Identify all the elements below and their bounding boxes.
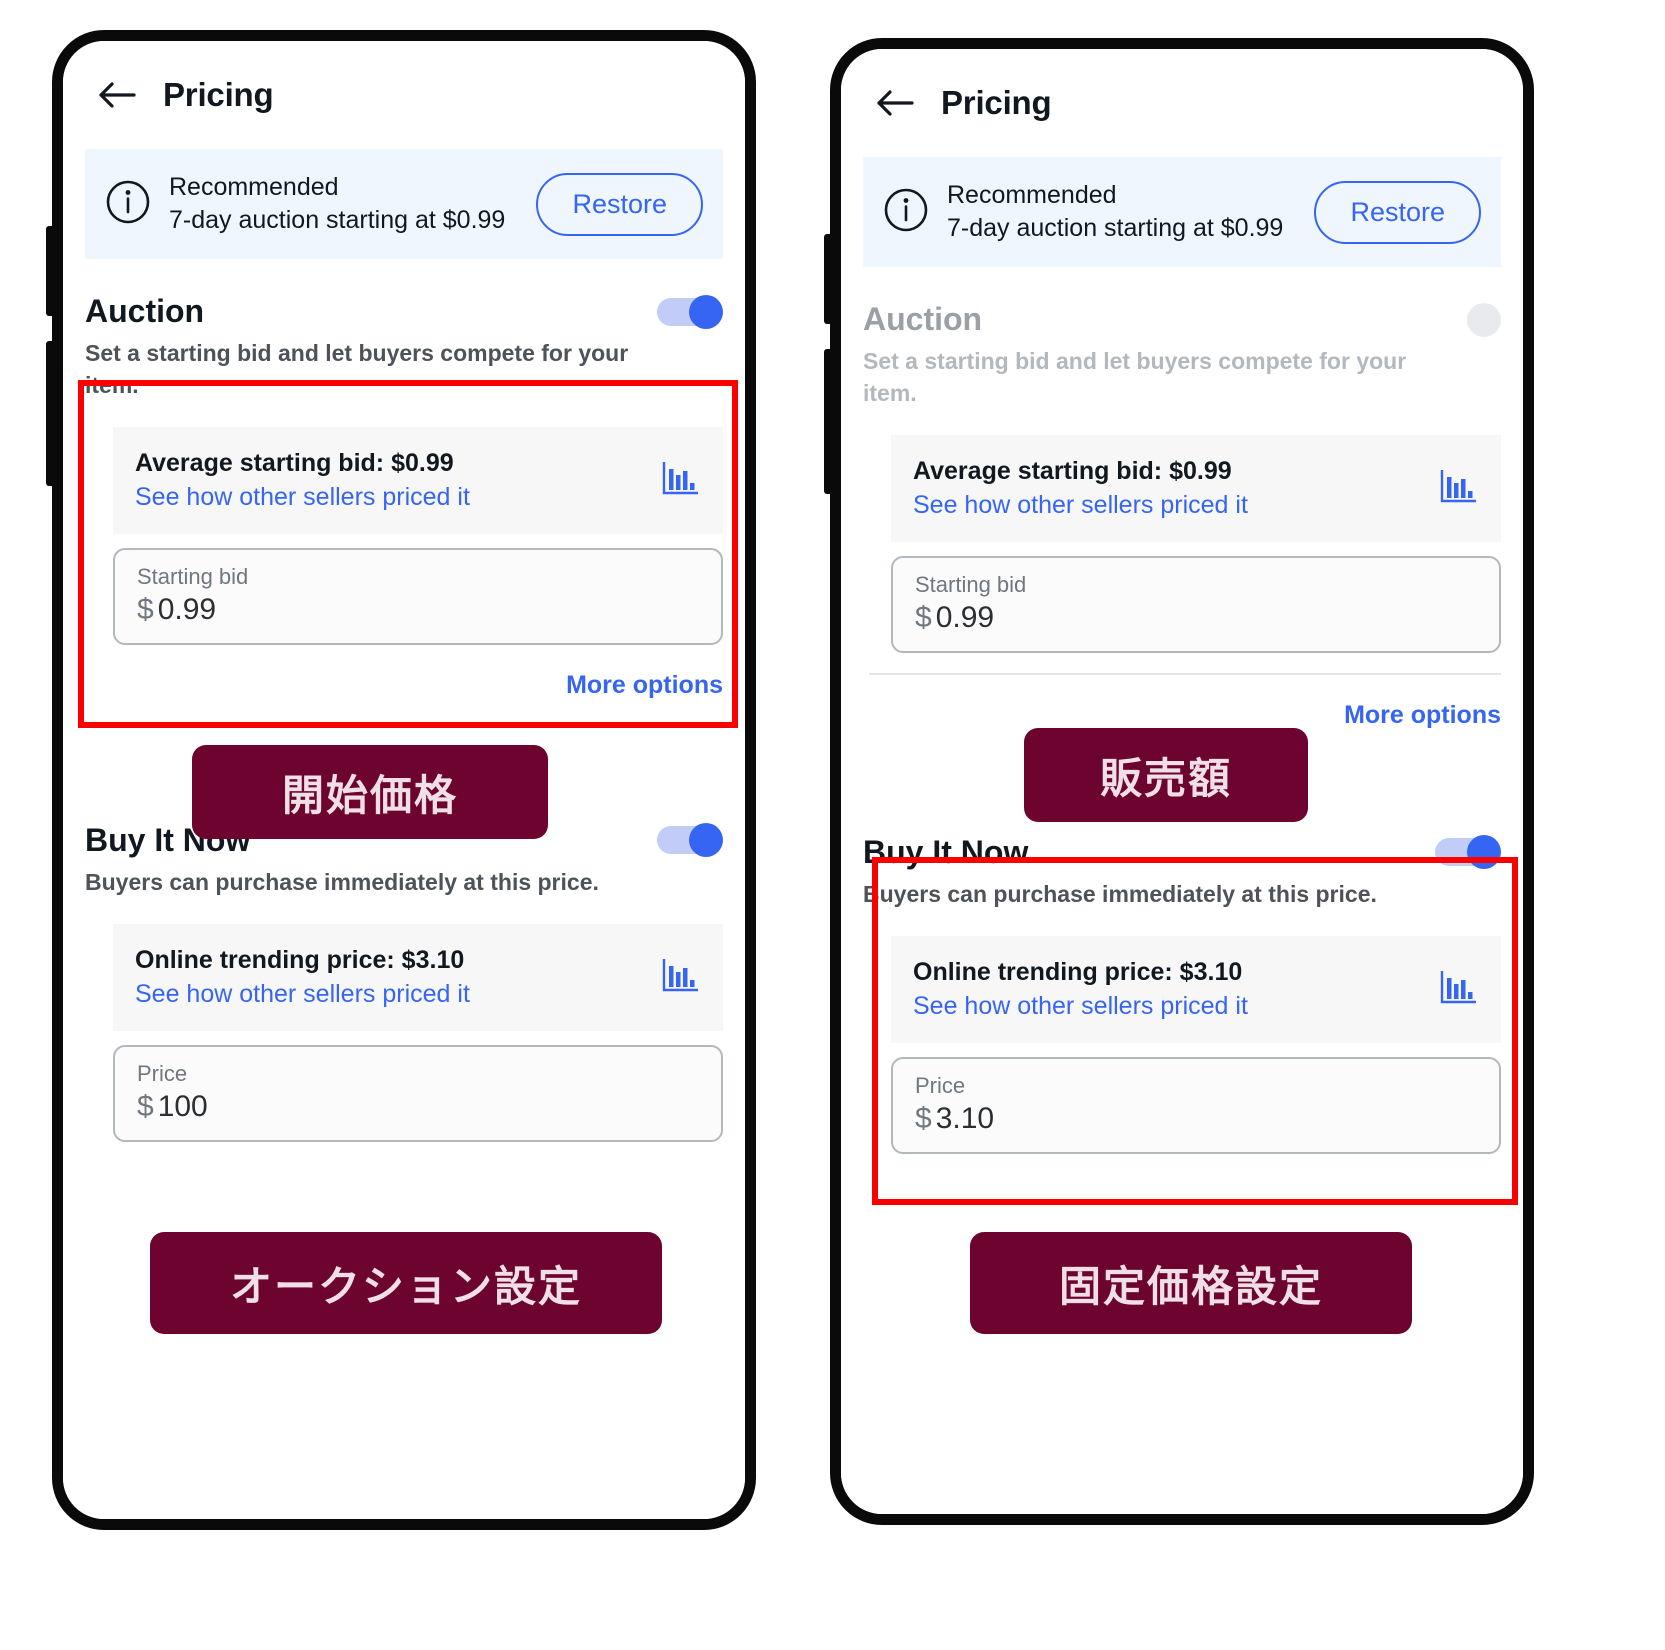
price-value-row: $3.10 [915,1102,1477,1136]
price-label: Price [915,1073,966,1098]
recommended-title: Recommended [947,181,1117,209]
currency-symbol: $ [137,1089,154,1123]
starting-bid-value-row: $0.99 [137,593,699,627]
buy-it-now-toggle[interactable] [1435,835,1501,869]
buy-it-now-info-highlight: Online trending price: $3.10 [913,958,1243,986]
buy-it-now-info-strip: Online trending price: $3.10 See how oth… [113,924,723,1031]
price-field[interactable]: Price $100 [113,1045,723,1142]
buy-it-now-description: Buyers can purchase immediately at this … [85,868,599,895]
starting-bid-value: 0.99 [935,600,995,634]
auction-section-left: Auction Set a starting bid and let buyer… [63,259,745,645]
price-field[interactable]: Price $3.10 [891,1057,1501,1154]
price-label: Price [137,1061,188,1086]
auction-info-strip: Average starting bid: $0.99 See how othe… [891,435,1501,542]
annotation-label-starting-price: 開始価格 [192,745,548,839]
phone-side-button-volume[interactable] [46,226,53,316]
toggle-knob [1467,835,1501,869]
buy-it-now-info-text: Online trending price: $3.10 See how oth… [913,956,1439,1023]
screenshot-stage: Pricing Recommended 7-day auction starti… [0,0,1665,1650]
starting-bid-label: Starting bid [915,572,1027,597]
starting-bid-value: 0.99 [157,592,217,626]
auction-info-highlight: Average starting bid: $0.99 [913,457,1232,485]
buy-it-now-title: Buy It Now [863,833,1029,870]
recommended-banner-left: Recommended 7-day auction starting at $0… [85,149,723,259]
buy-it-now-toggle[interactable] [657,823,723,857]
toggle-knob [1467,302,1501,337]
recommended-text-block: Recommended 7-day auction starting at $0… [947,179,1296,245]
price-value: 100 [157,1089,208,1123]
buy-it-now-info-highlight: Online trending price: $3.10 [135,946,465,974]
more-options-row-left: More options [63,671,745,700]
info-circle-icon [105,179,151,230]
recommended-text-block: Recommended 7-day auction starting at $0… [169,171,518,237]
annotation-label-fixed-price-settings: 固定価格設定 [970,1232,1412,1334]
page-title: Pricing [941,84,1052,121]
currency-symbol: $ [915,600,932,634]
annotation-label-auction-settings: オークション設定 [150,1232,662,1334]
bar-chart-icon[interactable] [661,459,701,502]
auction-info-text: Average starting bid: $0.99 See how othe… [135,447,661,514]
recommended-banner-right: Recommended 7-day auction starting at $0… [863,157,1501,267]
auction-header: Auction [85,259,723,330]
recommended-subtitle: 7-day auction starting at $0.99 [169,206,506,234]
auction-description: Set a starting bid and let buyers compet… [863,348,1407,406]
bar-chart-icon[interactable] [661,956,701,999]
toggle-knob [689,823,723,857]
back-arrow-icon[interactable] [97,75,137,115]
starting-bid-field[interactable]: Starting bid $0.99 [891,556,1501,653]
back-arrow-icon[interactable] [875,83,915,123]
auction-info-link[interactable]: See how other sellers priced it [913,489,1439,523]
auction-info-text: Average starting bid: $0.99 See how othe… [913,455,1439,522]
phone-side-button-power[interactable] [824,349,831,494]
auction-title: Auction [863,301,983,337]
buy-it-now-info-link[interactable]: See how other sellers priced it [135,978,661,1012]
starting-bid-field[interactable]: Starting bid $0.99 [113,548,723,645]
toggle-knob [689,294,723,329]
auction-toggle[interactable] [657,294,723,329]
auction-info-link[interactable]: See how other sellers priced it [135,481,661,515]
app-header-left: Pricing [63,41,745,149]
starting-bid-value-row: $0.99 [915,601,1477,635]
recommended-title: Recommended [169,173,339,201]
buy-it-now-info-strip: Online trending price: $3.10 See how oth… [891,936,1501,1043]
more-options-link[interactable]: More options [1344,701,1501,730]
price-value-row: $100 [137,1090,699,1124]
auction-header: Auction [863,267,1501,338]
auction-info-strip: Average starting bid: $0.99 See how othe… [113,427,723,534]
restore-button[interactable]: Restore [536,172,703,236]
more-options-row-right: More options [841,701,1523,730]
buy-it-now-info-text: Online trending price: $3.10 See how oth… [135,944,661,1011]
annotation-label-sale-price: 販売額 [1024,728,1308,822]
app-header-right: Pricing [841,49,1523,157]
phone-side-button-power[interactable] [46,341,53,486]
buy-it-now-section-left: Buy It Now Buyers can purchase immediate… [63,788,745,1142]
page-title: Pricing [163,76,274,113]
buy-it-now-description: Buyers can purchase immediately at this … [863,880,1377,907]
bar-chart-icon[interactable] [1439,968,1479,1011]
starting-bid-label: Starting bid [137,564,249,589]
recommended-subtitle: 7-day auction starting at $0.99 [947,214,1284,242]
bar-chart-icon[interactable] [1439,467,1479,510]
auction-info-highlight: Average starting bid: $0.99 [135,449,454,477]
buy-it-now-info-link[interactable]: See how other sellers priced it [913,990,1439,1024]
currency-symbol: $ [915,1101,932,1135]
phone-side-button-volume[interactable] [824,234,831,324]
info-circle-icon [883,187,929,238]
auction-section-right: Auction Set a starting bid and let buyer… [841,267,1523,653]
buy-it-now-section-right: Buy It Now Buyers can purchase immediate… [841,800,1523,1154]
restore-button[interactable]: Restore [1314,180,1481,244]
section-divider [869,672,1501,675]
price-value: 3.10 [935,1101,995,1135]
auction-toggle[interactable] [1435,302,1501,337]
auction-description: Set a starting bid and let buyers compet… [85,340,629,398]
auction-title: Auction [85,293,205,329]
more-options-link[interactable]: More options [566,671,723,700]
currency-symbol: $ [137,592,154,626]
